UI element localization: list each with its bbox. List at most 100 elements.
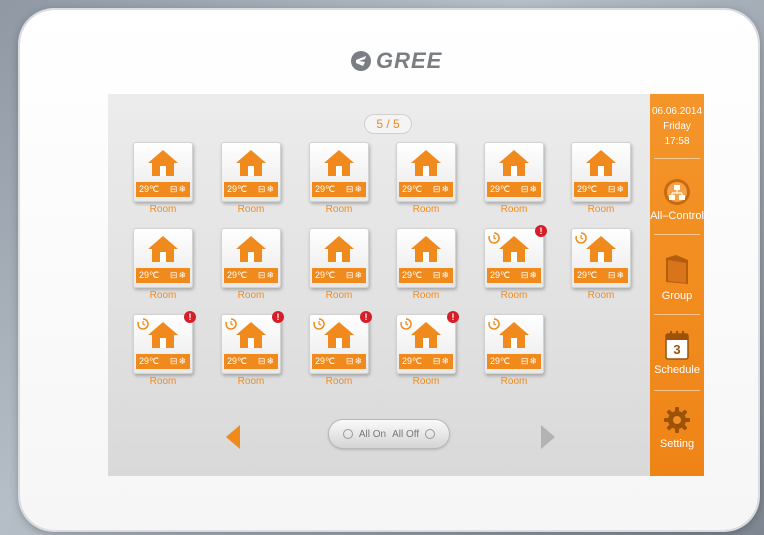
house-icon bbox=[411, 236, 441, 262]
room-temperature: 29℃ bbox=[227, 356, 248, 366]
mode-snowflake-icon: ⊟❄ bbox=[345, 270, 363, 280]
time-text: 17:58 bbox=[664, 136, 690, 147]
room-tile[interactable]: 29℃ ⊟❄ Room bbox=[396, 142, 456, 218]
room-label: Room bbox=[149, 204, 177, 215]
sidebar-item-group[interactable]: Group bbox=[650, 254, 704, 302]
house-icon bbox=[499, 322, 529, 348]
timer-icon bbox=[225, 318, 237, 330]
room-tile[interactable]: 29℃ ⊟❄ Room bbox=[221, 228, 281, 304]
room-tile[interactable]: ! 29℃ ⊟❄ Room bbox=[133, 311, 196, 390]
sidebar-item-schedule[interactable]: 3 Schedule bbox=[650, 330, 704, 376]
gree-logo-icon bbox=[351, 51, 371, 71]
room-tile[interactable]: 29℃ ⊟❄ Room bbox=[309, 142, 369, 218]
room-label: Room bbox=[237, 376, 265, 387]
house-icon bbox=[586, 150, 616, 176]
room-label: Room bbox=[587, 204, 615, 215]
sidebar-item-all-control[interactable]: All–Control bbox=[650, 178, 704, 222]
all-on-off-toggle[interactable]: All On All Off bbox=[329, 420, 449, 448]
room-temperature: 29℃ bbox=[490, 356, 511, 366]
room-tile[interactable]: ! 29℃ ⊟❄ Room bbox=[309, 311, 372, 390]
room-tile[interactable]: 29℃ ⊟❄ Room bbox=[484, 142, 544, 218]
room-status-bar: 29℃ ⊟❄ bbox=[224, 268, 278, 283]
previous-page-arrow-icon[interactable] bbox=[225, 424, 241, 450]
room-status-bar: 29℃ ⊟❄ bbox=[487, 182, 541, 197]
mode-snowflake-icon: ⊟❄ bbox=[432, 270, 450, 280]
room-status-bar: 29℃ ⊟❄ bbox=[136, 182, 190, 197]
room-label: Room bbox=[237, 290, 265, 301]
room-temperature: 29℃ bbox=[577, 184, 598, 194]
divider bbox=[654, 158, 700, 159]
timer-icon bbox=[488, 318, 500, 330]
house-icon bbox=[411, 322, 441, 348]
sidebar-item-setting[interactable]: Setting bbox=[650, 406, 704, 450]
divider bbox=[654, 314, 700, 315]
room-status-bar: 29℃ ⊟❄ bbox=[136, 268, 190, 283]
house-icon bbox=[324, 150, 354, 176]
room-temperature: 29℃ bbox=[490, 270, 511, 280]
all-off-button[interactable]: All Off bbox=[392, 429, 419, 440]
all-on-button[interactable]: All On bbox=[359, 429, 386, 440]
room-tile[interactable]: 29℃ ⊟❄ Room bbox=[309, 228, 369, 304]
room-temperature: 29℃ bbox=[139, 184, 160, 194]
mode-snowflake-icon: ⊟❄ bbox=[169, 184, 187, 194]
room-status-bar: 29℃ ⊟❄ bbox=[224, 182, 278, 197]
sidebar-item-label: Setting bbox=[659, 438, 695, 450]
house-icon bbox=[586, 236, 616, 262]
mode-snowflake-icon: ⊟❄ bbox=[257, 270, 275, 280]
room-tile[interactable]: ! 29℃ ⊟❄ Room bbox=[221, 311, 284, 390]
house-icon bbox=[324, 236, 354, 262]
room-status-bar: 29℃ ⊟❄ bbox=[312, 354, 366, 369]
room-card: 29℃ ⊟❄ bbox=[571, 142, 631, 202]
room-card: ! 29℃ ⊟❄ bbox=[221, 311, 284, 374]
room-tile[interactable]: 29℃ ⊟❄ Room bbox=[133, 142, 193, 218]
room-card: ! 29℃ ⊟❄ bbox=[309, 311, 372, 374]
room-status-bar: 29℃ ⊟❄ bbox=[574, 268, 628, 283]
room-tile[interactable]: 29℃ ⊟❄ Room bbox=[571, 228, 631, 304]
house-icon bbox=[236, 322, 266, 348]
mode-snowflake-icon: ⊟❄ bbox=[169, 356, 187, 366]
mode-snowflake-icon: ⊟❄ bbox=[432, 184, 450, 194]
room-status-bar: 29℃ ⊟❄ bbox=[487, 354, 541, 369]
date-time-display: 06.06.2014 Friday 17:58 bbox=[650, 104, 704, 149]
room-status-bar: 29℃ ⊟❄ bbox=[399, 354, 453, 369]
room-tile[interactable]: 29℃ ⊟❄ Room bbox=[484, 314, 544, 390]
calendar-icon: 3 bbox=[665, 330, 689, 360]
room-card: ! 29℃ ⊟❄ bbox=[396, 311, 459, 374]
house-icon bbox=[499, 150, 529, 176]
sidebar-item-label: Schedule bbox=[654, 364, 700, 376]
house-icon bbox=[148, 150, 178, 176]
room-label: Room bbox=[412, 290, 440, 301]
room-card: 29℃ ⊟❄ bbox=[484, 314, 544, 374]
room-tile[interactable]: 29℃ ⊟❄ Room bbox=[396, 228, 456, 304]
room-tile[interactable]: 29℃ ⊟❄ Room bbox=[133, 228, 193, 304]
mode-snowflake-icon: ⊟❄ bbox=[257, 356, 275, 366]
house-icon bbox=[324, 322, 354, 348]
room-tile[interactable]: ! 29℃ ⊟❄ Room bbox=[484, 225, 547, 304]
mode-snowflake-icon: ⊟❄ bbox=[345, 356, 363, 366]
mode-snowflake-icon: ⊟❄ bbox=[345, 184, 363, 194]
room-card: 29℃ ⊟❄ bbox=[133, 142, 193, 202]
room-label: Room bbox=[412, 204, 440, 215]
room-status-bar: 29℃ ⊟❄ bbox=[224, 354, 278, 369]
room-card: 29℃ ⊟❄ bbox=[309, 228, 369, 288]
room-tile[interactable]: ! 29℃ ⊟❄ Room bbox=[396, 311, 459, 390]
room-label: Room bbox=[325, 290, 353, 301]
room-tile[interactable]: 29℃ ⊟❄ Room bbox=[221, 142, 281, 218]
room-tile[interactable]: 29℃ ⊟❄ Room bbox=[571, 142, 631, 218]
room-status-bar: 29℃ ⊟❄ bbox=[399, 182, 453, 197]
room-temperature: 29℃ bbox=[490, 184, 511, 194]
room-status-bar: 29℃ ⊟❄ bbox=[399, 268, 453, 283]
sidebar-item-label: All–Control bbox=[650, 210, 704, 222]
house-icon bbox=[236, 150, 266, 176]
timer-icon bbox=[575, 232, 587, 244]
room-label: Room bbox=[500, 290, 528, 301]
room-status-bar: 29℃ ⊟❄ bbox=[487, 268, 541, 283]
mode-snowflake-icon: ⊟❄ bbox=[520, 356, 538, 366]
house-icon bbox=[411, 150, 441, 176]
room-temperature: 29℃ bbox=[315, 270, 336, 280]
next-page-arrow-icon[interactable] bbox=[540, 424, 556, 450]
room-temperature: 29℃ bbox=[227, 184, 248, 194]
room-temperature: 29℃ bbox=[315, 184, 336, 194]
toggle-knob-left-icon bbox=[342, 429, 353, 439]
alert-icon: ! bbox=[447, 311, 459, 323]
